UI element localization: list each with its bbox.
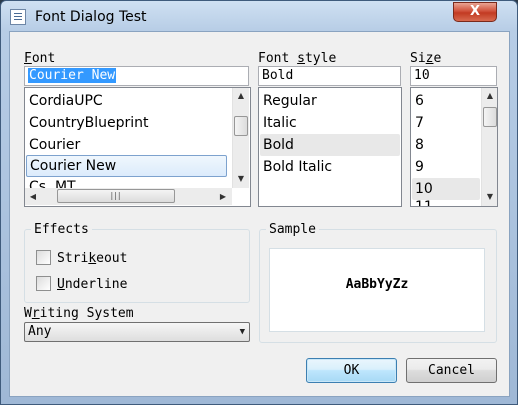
underline-label-rest: nderline: [64, 277, 128, 292]
font-list-hscrollbar[interactable]: ◀ ||| ▶: [25, 188, 232, 205]
font-style-input[interactable]: Bold: [258, 66, 401, 86]
size-list[interactable]: 6 7 8 9 10 11 ▲ ▼: [410, 87, 498, 207]
size-list-item[interactable]: 7: [412, 112, 480, 134]
font-label-mnemonic: F: [24, 51, 32, 66]
sample-group-title: Sample: [266, 222, 319, 237]
size-label: Size: [410, 51, 441, 66]
font-list-item[interactable]: CountryBlueprint: [26, 112, 226, 134]
font-list-item[interactable]: Cs..MT: [26, 178, 226, 188]
scroll-down-arrow-icon[interactable]: ▼: [233, 171, 249, 187]
size-list-item[interactable]: 11: [412, 200, 480, 206]
ok-button[interactable]: OK: [306, 358, 397, 383]
style-list-item[interactable]: Regular: [260, 90, 400, 112]
scroll-up-arrow-icon[interactable]: ▲: [482, 88, 497, 104]
underline-label[interactable]: Underline: [57, 277, 127, 292]
cancel-button[interactable]: Cancel: [406, 358, 497, 383]
strikeout-checkbox[interactable]: [36, 250, 51, 265]
dialog-body: Font Courier New CordiaUPC CountryBluepr…: [9, 31, 510, 397]
font-list-item[interactable]: CordiaUPC: [26, 90, 226, 112]
hscroll-thumb[interactable]: |||: [57, 189, 175, 203]
scroll-down-arrow-icon[interactable]: ▼: [482, 189, 497, 205]
size-list-item-selected[interactable]: 10: [412, 178, 480, 200]
scroll-up-arrow-icon[interactable]: ▲: [233, 88, 249, 104]
title-bar[interactable]: Font Dialog Test X: [1, 1, 517, 31]
style-list-item[interactable]: Bold Italic: [260, 156, 400, 178]
size-list-item[interactable]: 9: [412, 156, 480, 178]
font-label-rest: ont: [31, 51, 56, 66]
font-list-vscrollbar[interactable]: ▲ ▼: [232, 88, 249, 188]
chevron-down-icon[interactable]: ▼: [240, 323, 245, 341]
writing-system-combo[interactable]: Any ▼: [24, 322, 250, 342]
scroll-thumb[interactable]: [234, 116, 248, 136]
size-label-rest: e: [433, 51, 442, 66]
writing-system-label-mnemonic: r: [31, 306, 40, 321]
window-title: Font Dialog Test: [35, 9, 147, 25]
writing-system-value: Any: [28, 324, 52, 339]
underline-checkbox[interactable]: [36, 276, 51, 291]
font-list-item-selected[interactable]: Courier New: [26, 155, 227, 177]
strikeout-label-mnemonic: k: [88, 251, 97, 266]
sample-preview: AaBbYyZz: [269, 248, 485, 332]
writing-system-label-rest: iting System: [39, 306, 134, 321]
underline-label-mnemonic: U: [57, 277, 65, 292]
sample-text: AaBbYyZz: [345, 277, 409, 292]
font-input[interactable]: Courier New: [24, 66, 249, 86]
font-list[interactable]: CordiaUPC CountryBlueprint Courier Couri…: [24, 87, 251, 207]
strikeout-label[interactable]: Strikeout: [57, 251, 127, 266]
effects-group-title: Effects: [31, 222, 92, 237]
size-list-vscrollbar[interactable]: ▲ ▼: [481, 88, 497, 206]
writing-system-label-pre: W: [24, 306, 32, 321]
style-list-item-selected[interactable]: Bold: [260, 134, 400, 156]
font-dialog-window: Font Dialog Test X Font Courier New Cord…: [0, 0, 518, 405]
size-list-item[interactable]: 8: [412, 134, 480, 156]
close-button[interactable]: X: [453, 2, 497, 22]
font-label: Font: [24, 51, 55, 66]
size-label-pre: Si: [410, 51, 426, 66]
font-style-label: Font style: [258, 51, 336, 66]
font-style-list[interactable]: Regular Italic Bold Bold Italic: [258, 87, 402, 207]
font-input-selection: Courier New: [28, 68, 117, 83]
style-list-item[interactable]: Italic: [260, 112, 400, 134]
font-list-item[interactable]: Courier: [26, 134, 226, 156]
size-list-item[interactable]: 6: [412, 90, 480, 112]
font-style-label-mnemonic: s: [297, 51, 305, 66]
font-style-label-rest: tyle: [304, 51, 337, 66]
font-style-label-pre: Font: [258, 51, 298, 66]
writing-system-label: Writing System: [24, 306, 134, 321]
scroll-thumb[interactable]: [483, 107, 497, 127]
strikeout-label-pre: Stri: [57, 251, 89, 266]
scroll-right-arrow-icon[interactable]: ▶: [215, 188, 231, 205]
scroll-left-arrow-icon[interactable]: ◀: [25, 188, 41, 205]
size-input[interactable]: 10: [410, 66, 497, 86]
dialog-icon: [10, 9, 26, 25]
strikeout-label-rest: eout: [96, 251, 128, 266]
